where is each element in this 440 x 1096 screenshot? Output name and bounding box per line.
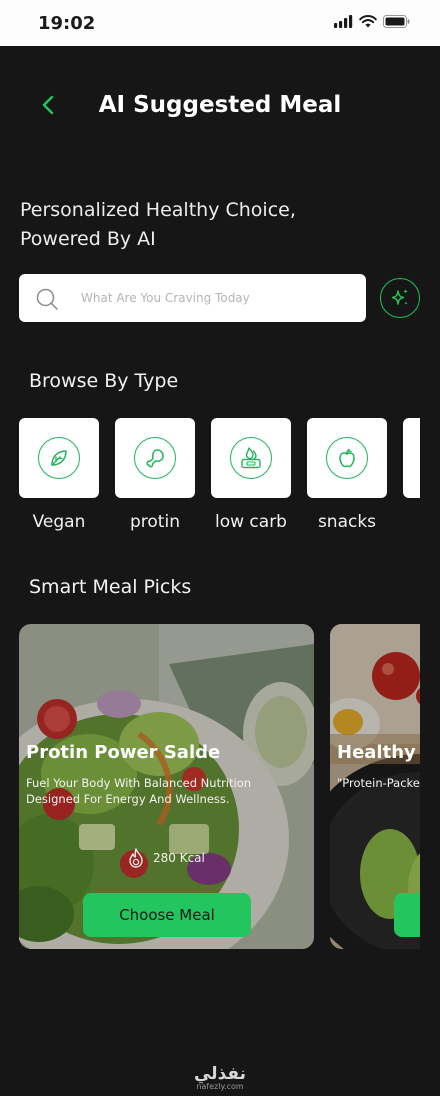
search-input[interactable] bbox=[81, 286, 351, 310]
category-label: low carb bbox=[215, 512, 287, 532]
category-label: Vegan bbox=[32, 512, 86, 532]
tagline: Personalized Healthy Choice, Powered By … bbox=[20, 196, 296, 254]
search-bar bbox=[19, 274, 366, 322]
category-tile bbox=[19, 418, 99, 498]
category-icon-ring bbox=[134, 437, 176, 479]
meal-name: Protin Power Salde bbox=[26, 742, 221, 763]
browse-section-title: Browse By Type bbox=[29, 370, 179, 392]
flame-icon bbox=[129, 848, 143, 868]
calorie-info: 280 Kcal bbox=[127, 848, 205, 868]
leaf-icon bbox=[51, 450, 67, 466]
meal-name: Healthy E bbox=[337, 742, 420, 763]
search-icon bbox=[36, 288, 58, 310]
category-snacks[interactable]: snacks bbox=[307, 418, 387, 532]
category-tile bbox=[307, 418, 387, 498]
category-more[interactable] bbox=[403, 418, 420, 498]
watermark: نفذلي nafezly.com bbox=[0, 1064, 440, 1091]
category-low-carb[interactable]: low carb bbox=[211, 418, 291, 532]
tagline-line-2: Powered By AI bbox=[20, 228, 156, 250]
meal-description: "Protein-Packe bbox=[337, 776, 420, 790]
category-vegan[interactable]: Vegan bbox=[19, 418, 99, 532]
page-title: AI Suggested Meal bbox=[98, 92, 342, 118]
category-tile bbox=[115, 418, 195, 498]
category-protin[interactable]: protin bbox=[115, 418, 195, 532]
tagline-line-1: Personalized Healthy Choice, bbox=[20, 199, 296, 221]
app-screen: 19:02 AI Suggested Meal Personalized Hea… bbox=[0, 0, 440, 1096]
category-tile bbox=[403, 418, 420, 498]
meal-card[interactable]: Healthy E "Protein-Packe bbox=[330, 624, 420, 949]
status-icons bbox=[334, 15, 410, 28]
battery-icon bbox=[383, 15, 410, 28]
calorie-text: 280 Kcal bbox=[153, 851, 205, 865]
apple-icon bbox=[339, 448, 355, 468]
ai-suggest-button[interactable] bbox=[380, 278, 420, 318]
meal-carousel: Protin Power Salde Fuel Your Body With B… bbox=[19, 624, 420, 950]
category-icon-ring bbox=[230, 437, 272, 479]
signal-icon bbox=[334, 15, 353, 28]
category-label: snacks bbox=[317, 512, 377, 532]
meal-card[interactable]: Protin Power Salde Fuel Your Body With B… bbox=[19, 624, 314, 949]
drumstick-icon bbox=[146, 449, 164, 468]
sparkle-icon bbox=[391, 289, 408, 305]
meal-picks-section-title: Smart Meal Picks bbox=[29, 576, 192, 598]
category-tile bbox=[211, 418, 291, 498]
category-icon-ring bbox=[38, 437, 80, 479]
status-time: 19:02 bbox=[38, 13, 96, 34]
category-label: protin bbox=[130, 512, 180, 532]
status-bar: 19:02 bbox=[0, 0, 440, 46]
wifi-icon bbox=[359, 15, 377, 28]
meal-description: Fuel Your Body With Balanced Nutrition D… bbox=[26, 776, 252, 806]
choose-meal-button[interactable]: Choose Meal bbox=[83, 893, 251, 937]
choose-meal-button[interactable] bbox=[394, 893, 420, 937]
watermark-arabic: نفذلي bbox=[193, 1064, 247, 1084]
watermark-latin: nafezly.com bbox=[196, 1082, 244, 1091]
category-icon-ring bbox=[326, 437, 368, 479]
category-list: Vegan protin low carb snacks bbox=[19, 418, 420, 538]
food-scale-icon bbox=[241, 447, 261, 469]
